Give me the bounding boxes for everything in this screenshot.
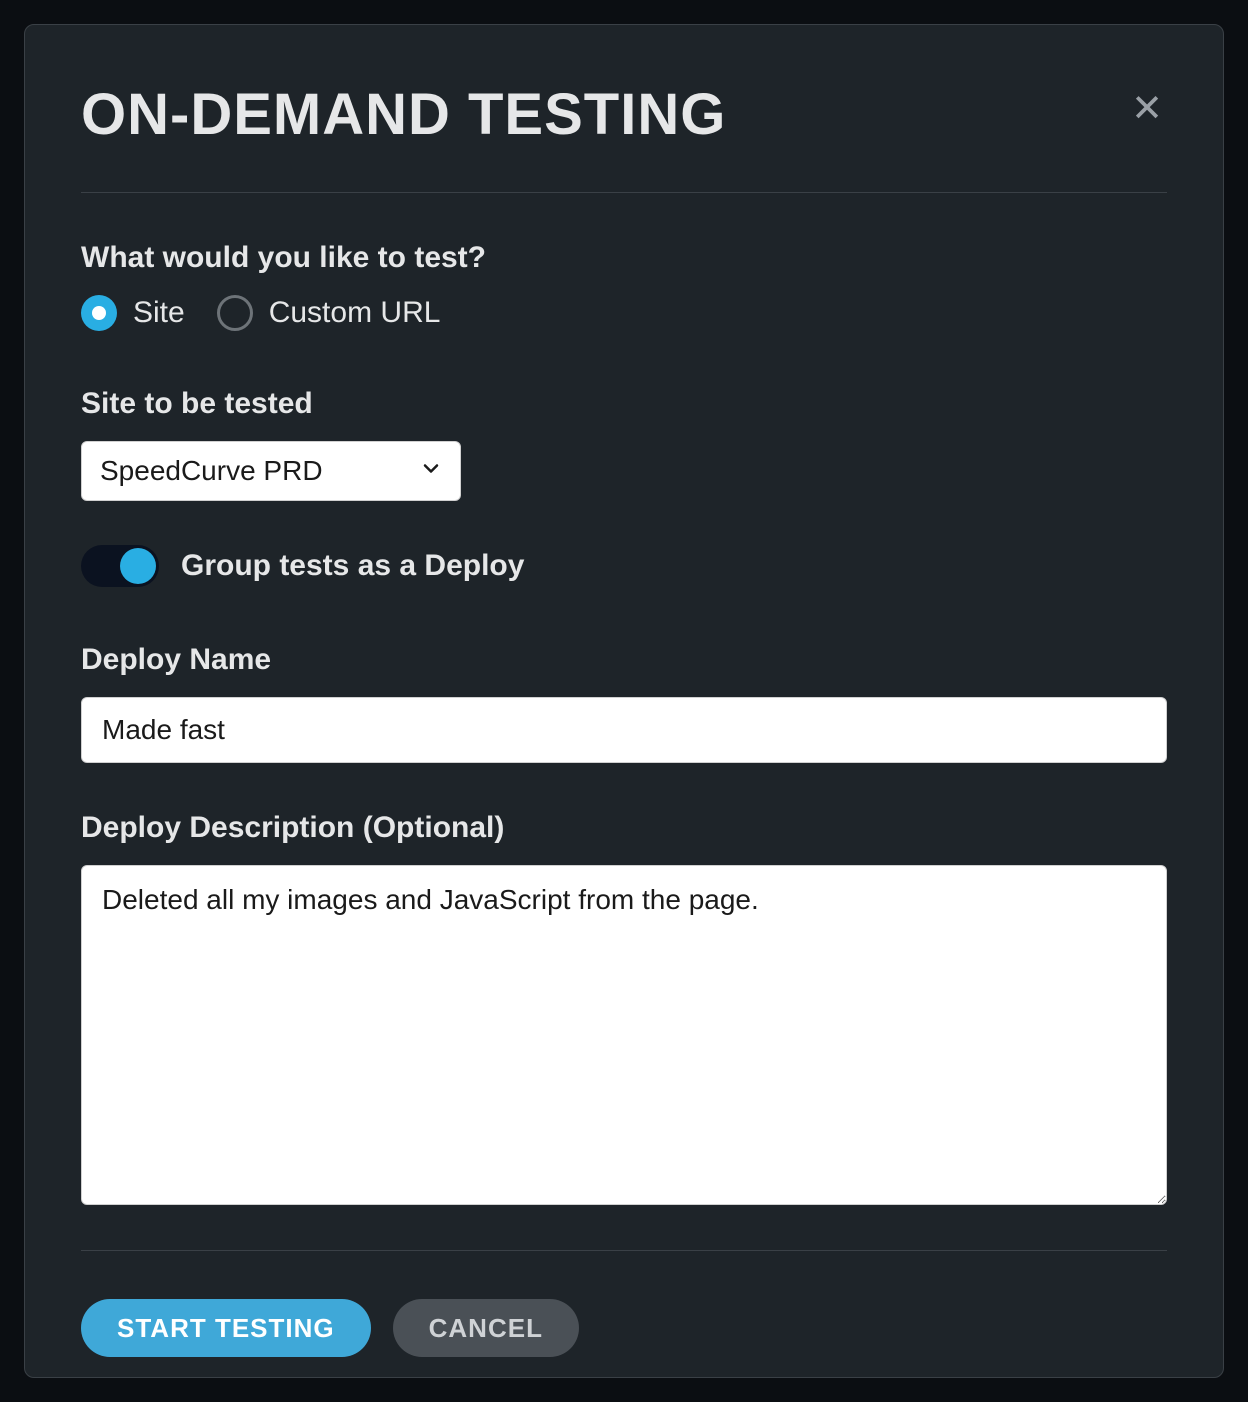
site-select-wrap: SpeedCurve PRD bbox=[81, 441, 461, 501]
divider bbox=[81, 1250, 1167, 1251]
on-demand-testing-modal: ✕ ON-DEMAND TESTING What would you like … bbox=[24, 24, 1224, 1378]
radio-option-custom-url[interactable]: Custom URL bbox=[217, 295, 441, 331]
modal-backdrop: ✕ ON-DEMAND TESTING What would you like … bbox=[0, 0, 1248, 1402]
deploy-name-label: Deploy Name bbox=[81, 643, 1167, 677]
close-icon: ✕ bbox=[1131, 90, 1163, 128]
start-testing-button[interactable]: START TESTING bbox=[81, 1299, 371, 1357]
group-as-deploy-row: Group tests as a Deploy bbox=[81, 545, 1167, 587]
cancel-button[interactable]: CANCEL bbox=[393, 1299, 579, 1357]
question-label: What would you like to test? bbox=[81, 241, 1167, 275]
radio-label: Custom URL bbox=[269, 296, 441, 330]
toggle-knob-icon bbox=[120, 548, 156, 584]
deploy-description-label: Deploy Description (Optional) bbox=[81, 811, 1167, 845]
site-select-value: SpeedCurve PRD bbox=[100, 455, 323, 487]
close-button[interactable]: ✕ bbox=[1127, 89, 1167, 129]
radio-label: Site bbox=[133, 296, 185, 330]
radio-icon bbox=[81, 295, 117, 331]
deploy-description-textarea[interactable] bbox=[81, 865, 1167, 1205]
site-select-label: Site to be tested bbox=[81, 387, 1167, 421]
radio-option-site[interactable]: Site bbox=[81, 295, 185, 331]
test-type-radio-group: Site Custom URL bbox=[81, 295, 1167, 331]
modal-title: ON-DEMAND TESTING bbox=[81, 81, 1167, 148]
deploy-name-input[interactable] bbox=[81, 697, 1167, 763]
modal-actions: START TESTING CANCEL bbox=[81, 1299, 1167, 1357]
group-as-deploy-toggle[interactable] bbox=[81, 545, 159, 587]
group-as-deploy-label: Group tests as a Deploy bbox=[181, 549, 524, 583]
site-select[interactable]: SpeedCurve PRD bbox=[81, 441, 461, 501]
radio-icon bbox=[217, 295, 253, 331]
divider bbox=[81, 192, 1167, 193]
